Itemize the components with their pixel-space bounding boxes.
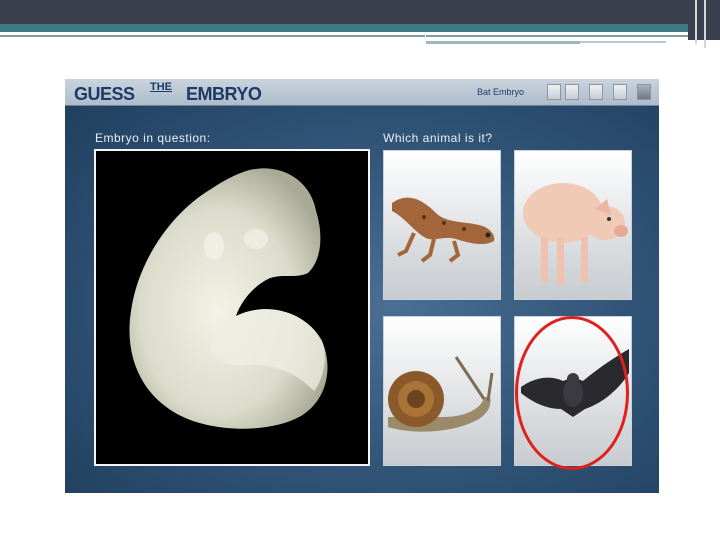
embryo-in-question-label: Embryo in question: [95, 131, 211, 145]
embryo-image-frame [94, 149, 370, 466]
snail-image [388, 356, 494, 432]
window-button-1[interactable] [547, 84, 561, 100]
window-button-2[interactable] [565, 84, 579, 100]
choice-gecko[interactable] [383, 150, 501, 300]
choice-pig[interactable] [514, 150, 632, 300]
slide-deco-line [426, 41, 580, 44]
window-button-3[interactable] [589, 84, 603, 100]
app-header: GUESS THE EMBRYO Bat Embryo [65, 79, 659, 106]
slide-deco-line [426, 35, 688, 37]
slide-deco-line [695, 0, 697, 44]
slide-deco-line [0, 35, 425, 37]
slide-top-bar [0, 0, 720, 24]
logo-guess-text: GUESS [74, 84, 135, 104]
answer-selection-ring [515, 316, 629, 470]
slide-deco-line [580, 41, 666, 43]
answer-display: Bat Embryo [477, 87, 525, 97]
choice-snail[interactable] [383, 316, 501, 466]
window-button-4[interactable] [613, 84, 627, 100]
pig-image [523, 183, 628, 285]
gecko-image [392, 197, 495, 263]
window-button-close[interactable] [637, 84, 651, 100]
slide-top-accent [0, 24, 720, 32]
logo-the-text: THE [150, 81, 172, 93]
which-animal-label: Which animal is it? [383, 131, 493, 145]
logo-embryo-text: EMBRYO [186, 84, 262, 104]
guess-the-embryo-app: GUESS THE EMBRYO Bat Embryo Embryo in qu… [65, 79, 659, 493]
slide-deco-line [704, 0, 706, 48]
embryo-image [96, 151, 368, 464]
